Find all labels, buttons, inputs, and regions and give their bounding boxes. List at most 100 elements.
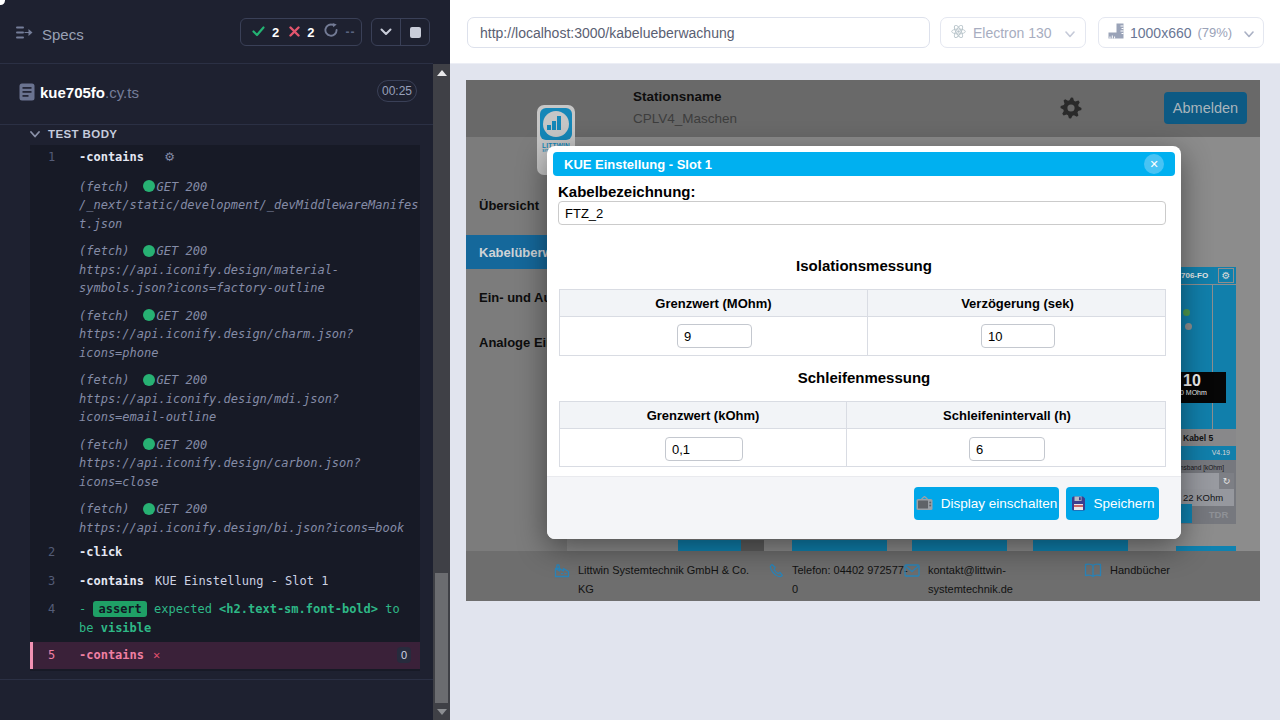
assert-command-row[interactable]: 4- assert expected <h2.text-sm.font-bold… <box>30 595 420 642</box>
measurement-unit: 0 MOhm <box>1180 389 1226 396</box>
viewport-zoom: (79%) <box>1198 25 1233 40</box>
email-text: kontakt@littwin-systemtechnik.de <box>928 561 1038 599</box>
slot-gear-icon[interactable]: ⚙ <box>1218 268 1234 283</box>
band-input[interactable] <box>1180 473 1219 489</box>
fetch-url: https://api.iconify.design/bi.json?icons… <box>79 519 410 538</box>
fetch-url: symbols.json?icons=factory-outline <box>79 279 410 298</box>
cable-name-label: Kabelbezeichnung: <box>558 183 696 200</box>
fetch-label: (fetch) <box>79 309 130 323</box>
viewport-size: 1000x660 <box>1130 25 1192 41</box>
spec-extension: .cy.ts <box>105 84 139 101</box>
column-header: Grenzwert (MOhm) <box>560 290 867 317</box>
url-input[interactable]: http://localhost:3000/kabelueberwachung <box>467 17 930 48</box>
fetch-label: (fetch) <box>79 438 130 452</box>
phone-text: Telefon: 04402 972577-0 <box>792 561 910 599</box>
logout-button[interactable]: Abmelden <box>1164 92 1247 124</box>
modal-footer: Display einschalten Speichern <box>547 476 1181 539</box>
triangle-down-icon <box>437 709 447 715</box>
scroll-down-button[interactable] <box>433 703 450 720</box>
fetch-log-entry[interactable]: (fetch)GET 200 https://api.iconify.desig… <box>30 500 420 537</box>
fetch-url: icons=close <box>79 473 410 492</box>
stop-icon <box>410 27 421 38</box>
fetch-log-entry[interactable]: (fetch)GET 200 https://api.iconify.desig… <box>30 436 420 492</box>
grenzwert-mohm-input[interactable]: 9 <box>677 324 752 348</box>
close-button[interactable]: ✕ <box>1144 154 1164 174</box>
fetch-log-entry[interactable]: (fetch)GET 200 https://api.iconify.desig… <box>30 307 420 363</box>
settings-gear-icon[interactable] <box>1059 96 1083 124</box>
test-stats[interactable]: 2 2 -- <box>240 18 362 46</box>
station-name: CPLV4_Maschen <box>633 111 737 126</box>
aut-toolbar: http://localhost:3000/kabelueberwachung … <box>450 0 1280 64</box>
fetch-log-entry[interactable]: (fetch)GET 200 /_next/static/development… <box>30 178 420 234</box>
footer-manuals[interactable]: Handbücher <box>1084 561 1170 580</box>
collapse-button[interactable] <box>372 19 400 45</box>
isolation-table: Grenzwert (MOhm) Verzögerung (sek) 9 10 <box>559 289 1166 356</box>
stop-button[interactable] <box>401 19 429 45</box>
test-body-label: TEST BODY <box>48 128 117 140</box>
spec-row[interactable]: kue705fo.cy.ts 00:25 <box>0 64 433 124</box>
column-header: Grenzwert (kOhm) <box>560 402 846 429</box>
grenzwert-kohm-input[interactable]: 0,1 <box>665 437 743 461</box>
command-row[interactable]: 1-contains ⚙ <box>30 145 420 169</box>
tv-icon <box>916 496 933 511</box>
fetch-log-entry[interactable]: (fetch) GET 200 https://api.iconify.desig… <box>30 242 420 298</box>
schleifen-heading: Schleifenmessung <box>547 369 1181 386</box>
fetch-url: https://api.iconify.design/mdi.json? <box>79 390 410 409</box>
fetch-url: https://api.iconify.design/carbon.json? <box>79 454 410 473</box>
spec-timer-badge: 00:25 <box>377 80 417 102</box>
failed-command-row[interactable]: 5-contains✕ 0 <box>30 642 420 669</box>
fetch-method: GET 200 <box>157 180 208 194</box>
tdr-button[interactable]: TDR <box>1203 505 1234 523</box>
test-body-header[interactable]: TEST BODY <box>30 128 117 140</box>
status-dot-icon <box>143 180 155 192</box>
viewport-select[interactable]: 1000x660 (79%) <box>1098 17 1264 48</box>
scroll-up-button[interactable] <box>433 64 450 81</box>
match-count-badge: 0 <box>397 647 411 663</box>
fetch-url: https://api.iconify.design/material- <box>79 261 410 280</box>
fetch-label: (fetch) <box>79 244 130 258</box>
app-footer: Littwin Systemtechnik GmbH & Co. KG Tele… <box>466 551 1260 601</box>
modal-header: KUE Einstellung - Slot 1 <box>553 152 1175 176</box>
station-label: Stationsname <box>633 89 722 104</box>
fetch-method: GET 200 <box>157 502 208 516</box>
fetch-label: (fetch) <box>79 180 130 194</box>
save-label: Speichern <box>1094 496 1155 511</box>
specs-menu-button[interactable]: Specs <box>16 25 106 43</box>
app-viewport: Stationsname CPLV4_Maschen Abmelden LITT… <box>466 80 1260 601</box>
refresh-icon[interactable]: ↻ <box>1219 473 1234 489</box>
command-row[interactable]: 2-click <box>30 538 420 567</box>
display-on-label: Display einschalten <box>941 496 1057 511</box>
command-name: -click <box>79 545 122 559</box>
card-bottom-strip <box>1033 540 1128 551</box>
footer-company: Littwin Systemtechnik GmbH & Co. KG <box>554 561 756 599</box>
command-log: 1-contains ⚙ (fetch)GET 200 /_next/stati… <box>30 145 420 671</box>
green-status-dot <box>1183 309 1190 316</box>
reporter-scrollbar[interactable] <box>433 64 450 720</box>
save-button[interactable]: Speichern <box>1066 487 1159 520</box>
input-value: 0,1 <box>672 442 690 457</box>
status-dot-icon <box>143 309 155 321</box>
passed-count: 2 <box>272 25 279 40</box>
browser-select[interactable]: Electron 130 <box>940 17 1086 48</box>
scrollbar-thumb[interactable] <box>435 573 448 703</box>
floppy-icon <box>1071 496 1086 511</box>
schleifenintervall-input[interactable]: 6 <box>969 437 1045 461</box>
factory-icon <box>554 563 570 599</box>
aut-container: Stationsname CPLV4_Maschen Abmelden LITT… <box>450 64 1280 720</box>
fetch-method: GET 200 <box>157 244 208 258</box>
verzoegerung-input[interactable]: 10 <box>981 324 1055 348</box>
column-header: Verzögerung (sek) <box>868 290 1167 317</box>
fetch-log-entry[interactable]: (fetch)GET 200 https://api.iconify.desig… <box>30 371 420 427</box>
cable-label: Kabel 5 <box>1176 429 1236 446</box>
display-on-button[interactable]: Display einschalten <box>914 487 1059 520</box>
command-name: -contains <box>79 574 144 588</box>
phone-icon <box>769 563 784 599</box>
command-row[interactable]: 3-containsKUE Einstellung - Slot 1 <box>30 567 420 596</box>
measurement-value: 10 <box>1183 373 1226 389</box>
gear-icon: ⚙ <box>164 150 175 164</box>
reporter-header: Specs 2 2 -- <box>0 0 433 63</box>
cable-name-input[interactable]: FTZ_2 <box>558 201 1166 225</box>
isolation-heading: Isolationsmessung <box>547 257 1181 274</box>
card-bottom-strip <box>912 540 1007 551</box>
card-bottom-strip <box>678 540 741 551</box>
